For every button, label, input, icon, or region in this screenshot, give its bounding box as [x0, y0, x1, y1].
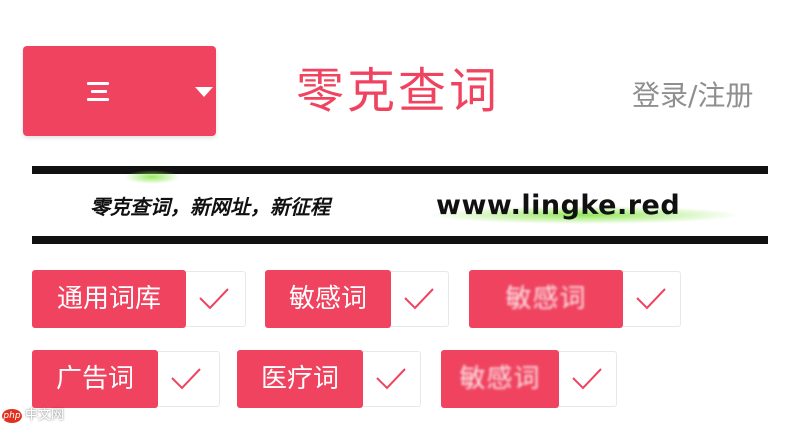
promo-banner: 零克查词，新网址，新征程 www.lingke.red: [32, 166, 768, 244]
checkbox[interactable]: [186, 271, 246, 327]
checkmark-icon: [171, 368, 201, 390]
tag-general-words[interactable]: 通用词库: [32, 270, 246, 330]
banner-slogan: 零克查词，新网址，新征程: [90, 195, 330, 219]
tag-label: 敏感词: [265, 270, 391, 328]
tag-label: 敏感词: [441, 350, 559, 408]
caret-down-icon: [195, 87, 213, 97]
tag-ad-words[interactable]: 广告词: [32, 350, 220, 410]
checkmark-icon: [404, 288, 434, 310]
tag-label: 医疗词: [237, 350, 363, 408]
tag-blurred-1[interactable]: 敏感词: [469, 270, 681, 330]
tag-blurred-2[interactable]: 敏感词: [441, 350, 617, 410]
checkmark-icon: [636, 288, 666, 310]
tag-sensitive-words[interactable]: 敏感词: [265, 270, 449, 330]
tag-medical-words[interactable]: 医疗词: [237, 350, 421, 410]
checkbox[interactable]: [623, 271, 681, 327]
checkmark-icon: [199, 288, 229, 310]
checkbox[interactable]: [559, 351, 617, 407]
checkbox[interactable]: [363, 351, 421, 407]
banner-url[interactable]: www.lingke.red: [436, 188, 736, 224]
checkbox[interactable]: [158, 351, 220, 407]
hamburger-icon: [87, 80, 113, 102]
checkbox[interactable]: [391, 271, 449, 327]
tag-label: 敏感词: [469, 270, 623, 328]
watermark-text: 中文网: [25, 408, 65, 423]
checkmark-icon: [376, 368, 406, 390]
banner-highlight: [124, 170, 180, 184]
tag-label: 通用词库: [32, 270, 186, 328]
login-register-link[interactable]: 登录/注册: [632, 76, 782, 116]
tag-label: 广告词: [32, 350, 158, 408]
checkmark-icon: [572, 368, 602, 390]
watermark: php 中文网: [2, 404, 86, 426]
php-logo-icon: php: [2, 408, 22, 423]
banner-bottom-bar: [32, 236, 768, 244]
menu-dropdown-button[interactable]: [23, 46, 216, 136]
site-logo[interactable]: 零克查词: [296, 56, 506, 126]
